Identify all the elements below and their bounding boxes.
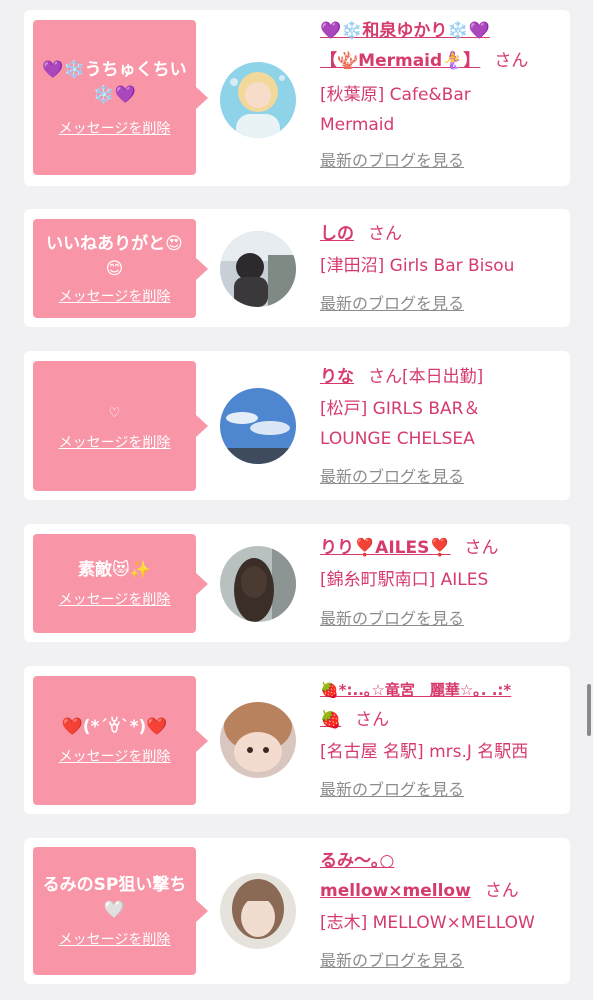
latest-blog-link[interactable]: 最新のブログを見る [320, 466, 464, 488]
sender-info: 💜❄️和泉ゆかり❄️💜 【🪸Mermaid🧜‍♀️】 さん [秋葉原] Cafe&… [320, 16, 560, 140]
sender-name-link[interactable]: るみ〜｡○ [320, 851, 394, 871]
honorific: さん [464, 538, 499, 558]
message-bubble: いいねありがと😍😊 メッセージを削除 [33, 219, 208, 318]
scrollbar[interactable] [587, 684, 591, 736]
honorific: さん [494, 51, 529, 71]
latest-blog-link[interactable]: 最新のブログを見る [320, 950, 464, 972]
sender-info: るみ〜｡○ mellow×mellow さん [志木] MELLOW×MELLOW [320, 846, 560, 938]
message-text: ♡ [108, 405, 121, 421]
message-card: 素敵😻✨ メッセージを削除 りり❣️AILES❣️ さん [錦糸町駅南口] AIL… [24, 524, 570, 642]
honorific: さん[本日出勤] [368, 367, 484, 387]
latest-blog-link[interactable]: 最新のブログを見る [320, 293, 464, 315]
sender-name-link[interactable]: しの [320, 224, 354, 244]
message-text: るみのSP狙い撃ち🤍 [42, 875, 187, 920]
delete-message-link[interactable]: メッセージを削除 [59, 288, 171, 306]
avatar[interactable] [220, 546, 296, 622]
message-list: 💜❄️うちゅくちい❄️💜 メッセージを削除 💜❄️和泉ゆかり❄️💜 【🪸Merm… [0, 0, 593, 1000]
message-text: ❤️(*´ꈊ`*)❤️ [61, 717, 168, 737]
sender-name-link-2[interactable]: 【🪸Mermaid🧜‍♀️】 [320, 51, 480, 71]
latest-blog-link[interactable]: 最新のブログを見る [320, 608, 464, 630]
shop-name: [志木] MELLOW×MELLOW [320, 913, 535, 933]
shop-name-2: Mermaid [320, 115, 395, 135]
sender-name-link[interactable]: 💜❄️和泉ゆかり❄️💜 [320, 21, 490, 41]
message-card: いいねありがと😍😊 メッセージを削除 しの さん [津田沼] Girls Bar … [24, 209, 570, 327]
message-text: いいねありがと😍😊 [46, 233, 183, 279]
message-card: ❤️(*´ꈊ`*)❤️ メッセージを削除 🍓*:..｡☆竜宮 麗華☆｡. .:*… [24, 666, 570, 814]
message-card: るみのSP狙い撃ち🤍 メッセージを削除 るみ〜｡○ mellow×mellow さ… [24, 838, 570, 984]
honorific: さん [355, 710, 390, 730]
avatar[interactable] [220, 231, 296, 307]
shop-name: [錦糸町駅南口] AILES [320, 570, 489, 590]
sender-name-link-2[interactable]: 🍓 [320, 710, 341, 730]
sender-info: しの さん [津田沼] Girls Bar Bisou [320, 219, 560, 281]
message-bubble: るみのSP狙い撃ち🤍 メッセージを削除 [33, 847, 208, 975]
latest-blog-link[interactable]: 最新のブログを見る [320, 779, 464, 801]
message-bubble: ❤️(*´ꈊ`*)❤️ メッセージを削除 [33, 676, 208, 805]
shop-name: [名古屋 名駅] mrs.J 名駅西 [320, 742, 529, 762]
message-bubble: 💜❄️うちゅくちい❄️💜 メッセージを削除 [33, 20, 208, 175]
message-bubble: ♡ メッセージを削除 [33, 361, 208, 491]
delete-message-link[interactable]: メッセージを削除 [59, 931, 171, 949]
shop-name: [松戸] GIRLS BAR＆ [320, 399, 481, 419]
shop-name: [秋葉原] Cafe&Bar [320, 85, 471, 105]
sender-info: りり❣️AILES❣️ さん [錦糸町駅南口] AILES [320, 533, 560, 595]
delete-message-link[interactable]: メッセージを削除 [59, 120, 171, 138]
sender-name-link[interactable]: りり❣️AILES❣️ [320, 538, 451, 558]
sender-info: りな さん[本日出勤] [松戸] GIRLS BAR＆ LOUNGE CHELSE… [320, 362, 560, 454]
sender-name-link-2[interactable]: mellow×mellow [320, 881, 471, 901]
avatar[interactable] [220, 702, 296, 778]
delete-message-link[interactable]: メッセージを削除 [59, 434, 171, 452]
message-card: 💜❄️うちゅくちい❄️💜 メッセージを削除 💜❄️和泉ゆかり❄️💜 【🪸Merm… [24, 10, 570, 186]
shop-name-2: LOUNGE CHELSEA [320, 429, 475, 449]
delete-message-link[interactable]: メッセージを削除 [59, 748, 171, 766]
honorific: さん [368, 224, 402, 244]
avatar[interactable] [220, 62, 296, 138]
message-card: ♡ メッセージを削除 りな さん[本日出勤] [松戸] GIRLS BAR＆ LO… [24, 351, 570, 500]
sender-name-link[interactable]: 🍓*:..｡☆竜宮 麗華☆｡. .:* [320, 681, 511, 699]
shop-name: [津田沼] Girls Bar Bisou [320, 256, 515, 276]
avatar[interactable] [220, 873, 296, 949]
message-text: 素敵😻✨ [78, 560, 151, 580]
message-text: 💜❄️うちゅくちい❄️💜 [42, 59, 187, 105]
delete-message-link[interactable]: メッセージを削除 [59, 591, 171, 609]
message-bubble: 素敵😻✨ メッセージを削除 [33, 534, 208, 633]
sender-name-link[interactable]: りな [320, 367, 354, 387]
avatar[interactable] [220, 388, 296, 464]
sender-info: 🍓*:..｡☆竜宮 麗華☆｡. .:* 🍓 さん [名古屋 名駅] mrs.J 名… [320, 675, 560, 767]
honorific: さん [484, 881, 519, 901]
latest-blog-link[interactable]: 最新のブログを見る [320, 150, 464, 172]
